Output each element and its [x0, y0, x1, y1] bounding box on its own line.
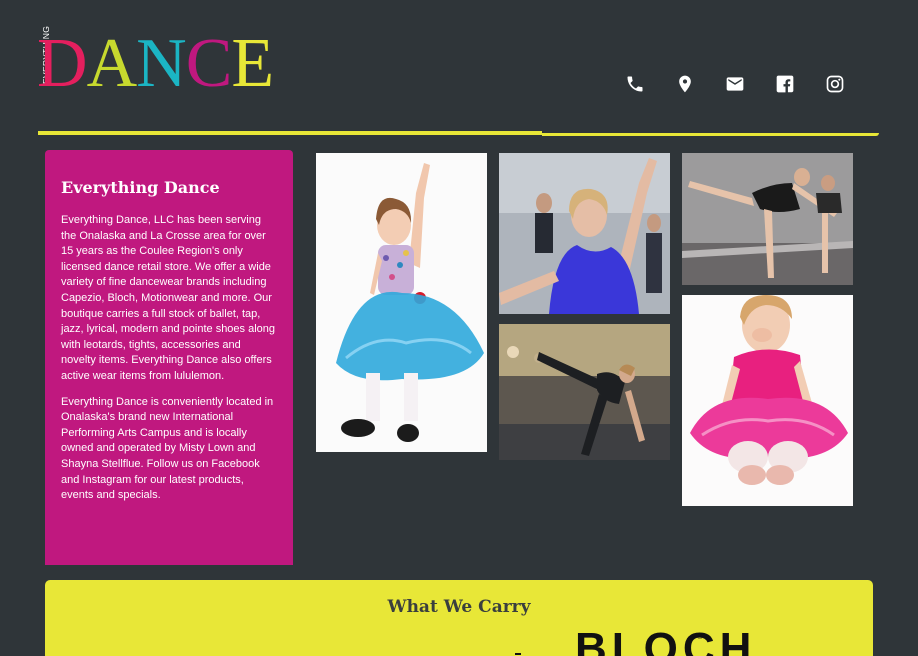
location-icon[interactable] — [660, 72, 710, 96]
header-contact-icons — [610, 72, 860, 96]
logo-letter-e: E — [231, 25, 274, 102]
logo-letter-c: C — [185, 25, 233, 102]
about-paragraph-2: Everything Dance is conveniently located… — [61, 395, 274, 502]
photo-dancer-studio-stretch — [499, 324, 670, 460]
photo-girl-blue-tutu — [316, 153, 487, 452]
logo-letter-a: A — [86, 25, 138, 102]
logo-letter-n: N — [136, 25, 187, 102]
mail-icon[interactable] — [710, 72, 760, 96]
photo-girl-pink-tutu — [682, 295, 853, 506]
about-panel: Everything Dance Everything Dance, LLC h… — [45, 150, 293, 565]
photo-dancer-blue-leotard — [499, 153, 670, 314]
bloch-brand-logo[interactable]: BLOCH — [575, 624, 756, 656]
phone-icon[interactable] — [610, 72, 660, 96]
instagram-icon[interactable] — [810, 72, 860, 96]
about-paragraph-1: Everything Dance, LLC has been serving t… — [61, 214, 276, 382]
header-divider — [38, 131, 879, 137]
about-title: Everything Dance — [61, 178, 220, 197]
what-we-carry-title: What We Carry — [387, 597, 531, 617]
facebook-icon[interactable] — [760, 72, 810, 96]
photo-dancers-arabesque — [682, 153, 853, 285]
brand-logo-fragment — [515, 653, 521, 655]
site-logo[interactable]: EVERYTHING DANCE — [37, 26, 297, 102]
logo-dance-text: DANCE — [37, 25, 274, 102]
logo-letter-d: D — [37, 25, 88, 102]
registered-mark: ® — [697, 632, 703, 641]
what-we-carry-section: What We Carry BLOCH ® — [45, 580, 873, 656]
